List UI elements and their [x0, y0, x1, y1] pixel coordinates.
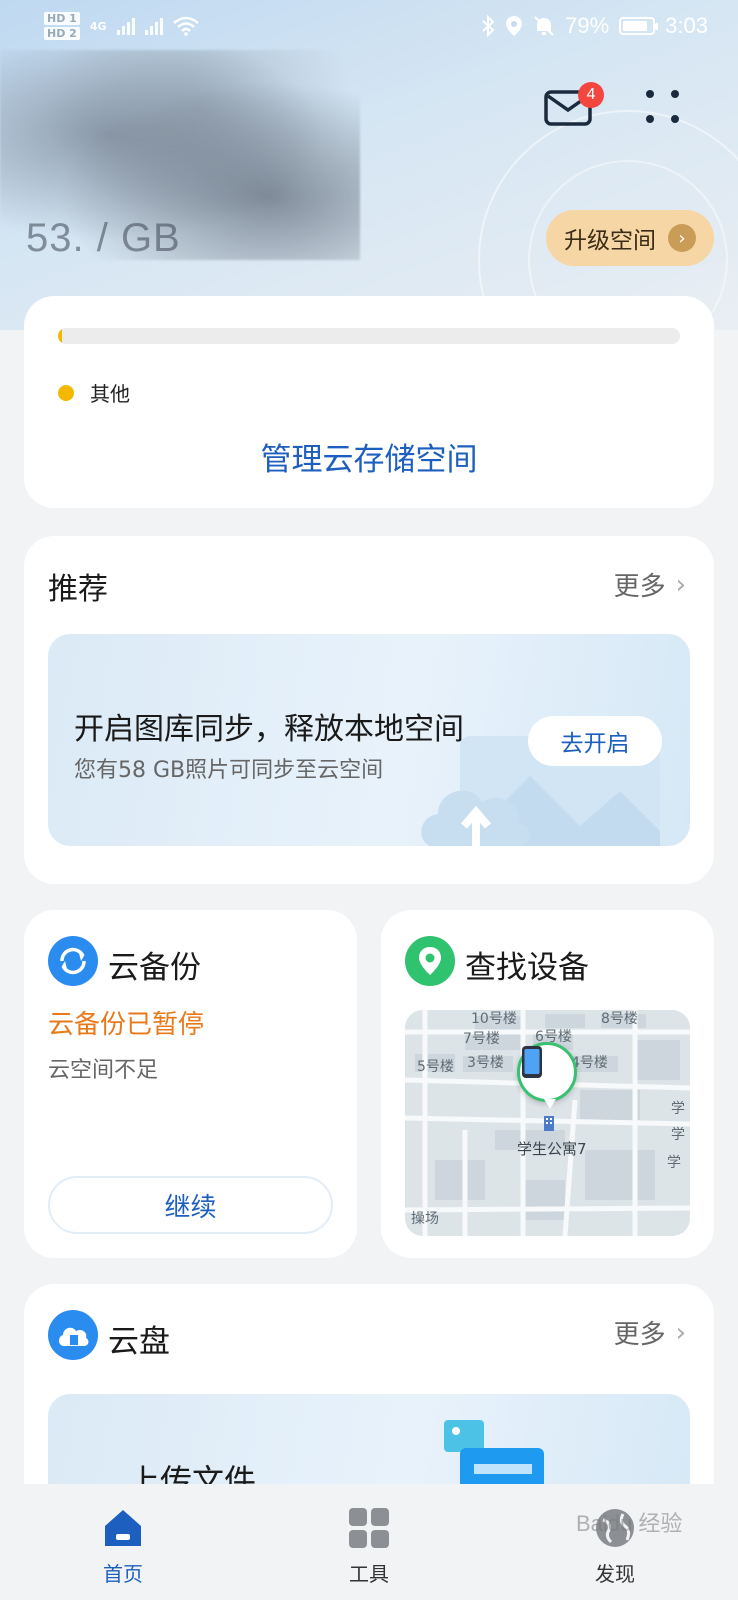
dot-icon [671, 115, 679, 123]
dot-icon [646, 90, 654, 98]
recommend-more-link[interactable]: 更多 › [614, 566, 686, 603]
storage-usage: 53. / GB [26, 216, 181, 260]
tab-label: 首页 [103, 1562, 143, 1586]
map-label: 3号楼 [467, 1055, 504, 1071]
storage-progress-fill [58, 328, 62, 344]
map-label: 10号楼 [471, 1011, 517, 1027]
backup-status: 云备份已暂停 [48, 1010, 205, 1040]
battery-icon [619, 17, 659, 35]
card-title: 云备份 [108, 950, 201, 986]
device-pin [517, 1042, 577, 1109]
phone-icon [522, 1046, 542, 1078]
more-menu-button[interactable] [646, 90, 682, 126]
battery-percent: 79% [565, 13, 610, 38]
cloud-drive-icon [48, 1310, 98, 1360]
tab-label: 工具 [349, 1562, 389, 1586]
signal-icon [144, 17, 163, 35]
storage-progress-bar [58, 328, 680, 344]
upgrade-space-button[interactable]: 升级空间 › [546, 210, 714, 266]
legend-label: 其他 [90, 382, 130, 406]
chevron-right-icon: › [675, 569, 686, 600]
backup-detail: 云空间不足 [48, 1058, 159, 1083]
chevron-right-icon: › [668, 224, 696, 252]
status-bar: HD 1 HD 2 4G 79% 3:03 [0, 0, 738, 52]
storage-legend: 其他 [58, 378, 130, 407]
map-label: 学生公寓7 [517, 1140, 587, 1158]
sim1-indicator: HD 1 [44, 12, 80, 25]
tab-label: 发现 [595, 1562, 635, 1586]
cloud-upload-illustration [421, 790, 531, 846]
upgrade-label: 升级空间 [564, 228, 656, 254]
card-title: 云盘 [108, 1324, 170, 1360]
tab-home[interactable]: 首页 [43, 1506, 203, 1587]
chevron-right-icon: › [675, 1317, 686, 1348]
cloud-backup-icon [48, 936, 98, 986]
clock: 3:03 [665, 13, 708, 38]
bottom-tab-bar: 首页 工具 发现 [0, 1484, 738, 1600]
map-label: 学 [667, 1155, 681, 1171]
location-icon [506, 16, 523, 36]
section-title: 推荐 [48, 572, 108, 607]
sim2-indicator: HD 2 [44, 27, 80, 40]
cloud-backup-card[interactable]: 云备份 云备份已暂停 云空间不足 继续 [24, 910, 357, 1258]
building-icon [544, 1116, 554, 1131]
bluetooth-icon [482, 15, 495, 37]
watermark: Baidu 经验 [576, 1511, 683, 1536]
recommend-card: 推荐 更多 › 开启图库同步，释放本地空间 您有58 GB照片可同步至云空间 去… [24, 536, 714, 884]
map-label: 学 [671, 1127, 685, 1143]
network-type: 4G [89, 19, 107, 33]
home-icon [105, 1510, 141, 1546]
mail-button[interactable]: 4 [544, 82, 604, 130]
promo-subtitle: 您有58 GB照片可同步至云空间 [74, 758, 384, 783]
gallery-sync-banner[interactable]: 开启图库同步，释放本地空间 您有58 GB照片可同步至云空间 去开启 [48, 634, 690, 846]
storage-card: 其他 管理云存储空间 [24, 296, 714, 508]
signal-icon [116, 17, 135, 35]
dot-icon [646, 115, 654, 123]
continue-button[interactable]: 继续 [48, 1176, 333, 1234]
tab-tools[interactable]: 工具 [289, 1506, 449, 1587]
manage-storage-link[interactable]: 管理云存储空间 [24, 434, 714, 479]
grid-icon [349, 1508, 389, 1548]
legend-dot [58, 384, 74, 401]
unread-badge: 4 [578, 82, 604, 108]
mute-icon [534, 16, 554, 36]
location-pin-icon [405, 936, 455, 986]
dot-icon [671, 90, 679, 98]
device-location-map[interactable]: 10号楼 7号楼 6号楼 8号楼 5号楼 3号楼 4号楼 学生公寓7 操场 学 … [405, 1010, 690, 1236]
map-label: 7号楼 [463, 1031, 500, 1047]
card-title: 查找设备 [465, 950, 589, 986]
more-label: 更多 [613, 1320, 666, 1350]
drive-more-link[interactable]: 更多 › [614, 1314, 686, 1351]
find-device-card[interactable]: 查找设备 10号楼 7号楼 6号楼 8号楼 5号楼 3号楼 4号楼 学生公寓7 … [381, 910, 714, 1258]
map-label: 操场 [411, 1211, 439, 1227]
wifi-icon [172, 16, 199, 36]
map-label: 5号楼 [417, 1059, 454, 1075]
more-label: 更多 [613, 572, 666, 602]
map-label: 8号楼 [601, 1011, 638, 1027]
enable-sync-button[interactable]: 去开启 [528, 716, 662, 766]
promo-title: 开启图库同步，释放本地空间 [74, 712, 464, 747]
map-label: 学 [671, 1101, 685, 1117]
